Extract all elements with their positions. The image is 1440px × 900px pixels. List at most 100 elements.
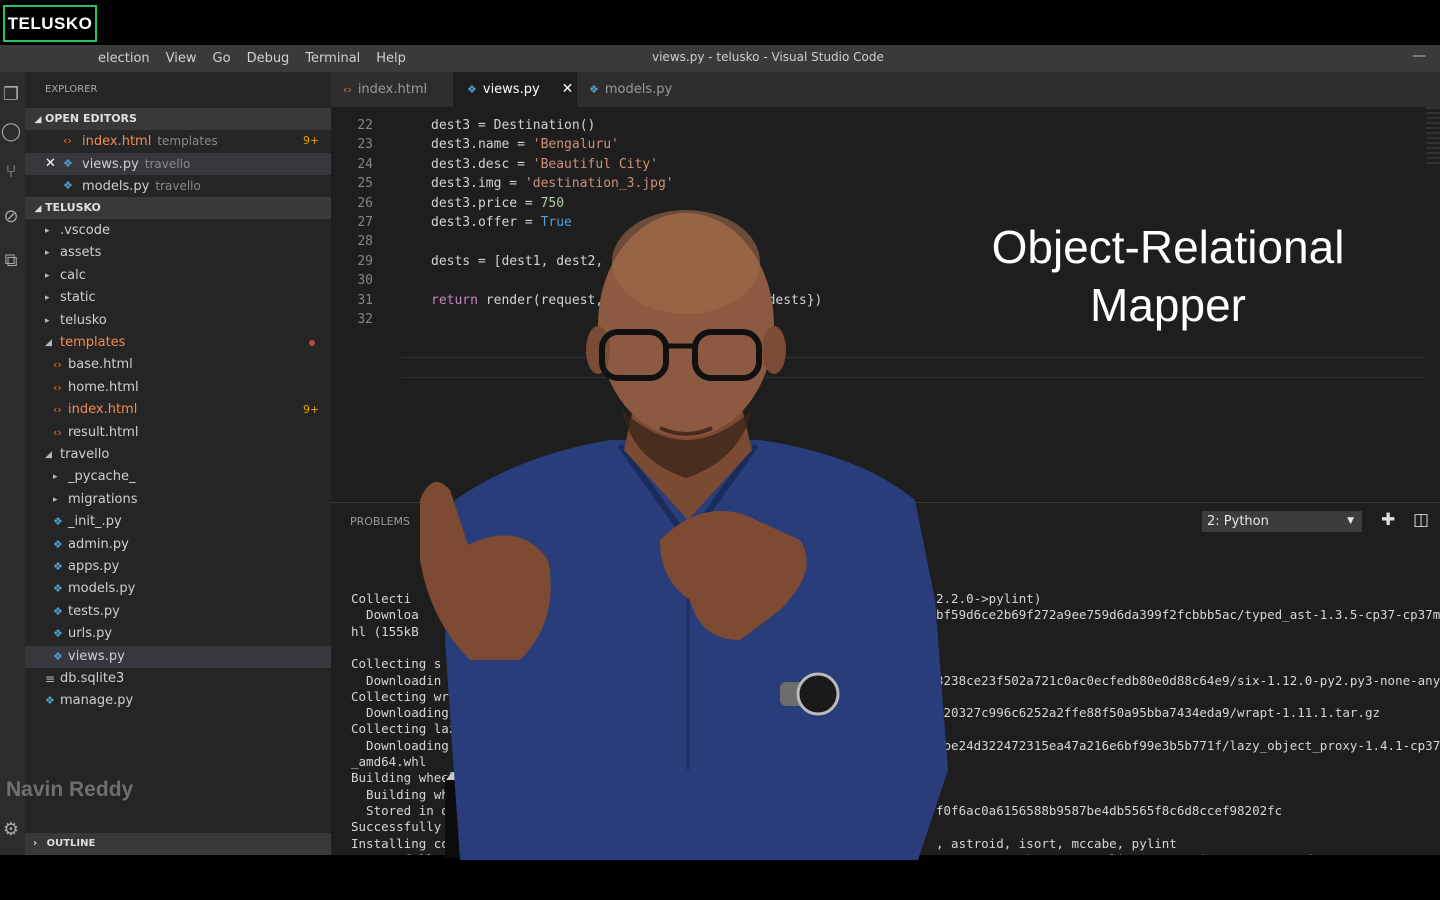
code-token: return [431, 292, 478, 308]
code-line: 26 dest3.price = 750 [331, 194, 1421, 213]
terminal-line-left: Downloa [351, 607, 419, 623]
chevron-down-icon: ▼ [1347, 516, 1354, 526]
code-line: 25 dest3.img = 'destination_3.jpg' [331, 174, 1421, 193]
watermark: Navin Reddy [6, 778, 134, 801]
tree-item[interactable]: ▸ static [25, 287, 331, 309]
menu-bar: election View Go Debug Terminal Help [98, 45, 422, 72]
tree-item[interactable]: ▸ telusko [25, 310, 331, 332]
files-icon[interactable]: ❐ [0, 84, 22, 106]
terminal-line-right: d20327c996c6252a2ffe88f50a95bba7434eda9/… [936, 705, 1381, 721]
file-name: views.py [82, 156, 139, 172]
editor-tabs: ‹› index.html ❖ views.py ✕ ❖ models.py [331, 72, 1440, 107]
minimap[interactable] [1426, 107, 1440, 167]
tree-item[interactable]: ❖ manage.py [25, 690, 331, 712]
tab-output[interactable]: OUTP [459, 515, 489, 528]
chevron-right-icon: ▸ [53, 494, 58, 505]
tree-item-label: _init_.py [68, 514, 122, 530]
line-number: 30 [357, 273, 373, 289]
line-number: 25 [357, 176, 373, 192]
code-token: 750 [540, 195, 565, 211]
tab-index-html[interactable]: ‹› index.html [331, 72, 453, 107]
minimize-button[interactable]: — [1412, 48, 1426, 64]
outline-section[interactable]: › OUTLINE [25, 833, 331, 855]
html-file-icon: ‹› [53, 425, 62, 439]
tree-item[interactable]: ≡ db.sqlite3 [25, 668, 331, 690]
terminal-line-right: 3238ce23f502a721c0ac0ecfedb80e0d88c64e9/… [936, 672, 1440, 688]
terminal-line-left: Downloading h [351, 705, 464, 721]
chevron-right-icon: ▸ [45, 226, 50, 236]
tree-item[interactable]: ‹› result.html [25, 422, 331, 444]
tree-item[interactable]: ❖ views.py [25, 645, 331, 668]
open-editors-label: OPEN EDITORS [45, 112, 137, 125]
tree-item[interactable]: ▸ migrations [25, 489, 331, 511]
code-line: 23 dest3.name = 'Bengaluru' [331, 135, 1421, 154]
tree-item[interactable]: ❖ urls.py [25, 623, 331, 645]
line-number: 32 [357, 312, 373, 327]
menu-item-terminal[interactable]: Terminal [305, 51, 360, 66]
open-editor-item[interactable]: ❖ models.py travello [25, 175, 331, 197]
tree-item-label: telusko [60, 312, 107, 328]
tree-item-label: index.html [68, 402, 138, 418]
extensions-icon[interactable]: ⧉ [0, 250, 22, 272]
tree-item[interactable]: ‹› index.html 9+ [25, 399, 331, 421]
tab-label: models.py [604, 82, 673, 97]
open-editor-item[interactable]: ‹› index.html templates 9+ [25, 130, 331, 152]
open-editor-item[interactable]: ✕ ❖ views.py travello [25, 152, 331, 175]
tree-item[interactable]: ◢ templates [25, 332, 331, 354]
tree-item-label: _pycache_ [68, 469, 136, 485]
project-section[interactable]: ◢ TELUSKO [25, 197, 331, 219]
tree-item[interactable]: ◢ travello [25, 444, 331, 466]
code-text: dests = [dest1, dest2, [431, 252, 603, 271]
menu-item-help[interactable]: Help [376, 51, 406, 66]
menu-item-view[interactable]: View [166, 51, 197, 66]
tree-item-label: admin.py [68, 536, 129, 552]
split-terminal-icon[interactable]: ◫ [1413, 510, 1429, 530]
menu-item-election[interactable]: election [98, 51, 150, 66]
terminal-select[interactable]: 2: Python ▼ [1202, 511, 1362, 532]
tab-problems[interactable]: PROBLEMS [350, 515, 410, 528]
open-editor-label: models.py travello [82, 175, 201, 198]
terminal-line-left: Downloading [351, 737, 449, 753]
chevron-down-icon: ◢ [45, 338, 52, 348]
tab-views-py[interactable]: ❖ views.py ✕ [453, 72, 577, 107]
python-file-icon: ❖ [53, 582, 63, 596]
tree-item[interactable]: ❖ tests.py [25, 601, 331, 623]
tree-item[interactable]: ‹› home.html [25, 377, 331, 399]
letterbox-top [0, 0, 1440, 45]
menu-item-debug[interactable]: Debug [247, 51, 290, 66]
debug-icon[interactable]: ⊘ [0, 206, 22, 228]
terminal-select-value: 2: Python [1207, 514, 1269, 529]
overlay-title-line-2: Mapper [1090, 279, 1246, 331]
tab-label: index.html [357, 82, 428, 97]
line-number: 26 [357, 195, 373, 211]
video-overlay-title: Object-Relational Mapper [950, 218, 1386, 334]
close-icon[interactable]: ✕ [45, 153, 56, 175]
tree-item[interactable]: ▸ calc [25, 265, 331, 287]
search-icon[interactable]: ◯ [0, 121, 22, 143]
source-control-icon[interactable]: ⑂ [0, 161, 22, 183]
tree-item[interactable]: ▸ assets [25, 242, 331, 264]
menu-item-go[interactable]: Go [213, 51, 231, 66]
modified-dot-icon [309, 340, 315, 346]
tree-item[interactable]: ❖ apps.py [25, 556, 331, 578]
tab-models-py[interactable]: ❖ models.py [577, 72, 695, 107]
close-icon[interactable]: ✕ [562, 81, 574, 97]
line-number: 29 [357, 253, 373, 269]
tree-item[interactable]: ‹› base.html [25, 354, 331, 376]
tree-item[interactable]: ▸ _pycache_ [25, 466, 331, 488]
tree-item-label: result.html [68, 424, 139, 440]
chevron-right-icon: ▸ [45, 248, 50, 259]
terminal-line-right: bf59d6ce2b69f272a9ee759d6da399f2fcbbb5ac… [936, 607, 1440, 623]
terminal-line-right: 2.2.0->pylint) [936, 591, 1042, 606]
open-editors-section[interactable]: ◢ OPEN EDITORS [25, 108, 331, 130]
tree-item-label: travello [60, 447, 110, 462]
tree-item[interactable]: ❖ admin.py [25, 534, 331, 556]
tree-item[interactable]: ❖ _init_.py [25, 511, 331, 533]
tree-item[interactable]: ❖ models.py [25, 578, 331, 600]
tree-item[interactable]: ▸ .vscode [25, 220, 331, 242]
settings-gear-icon[interactable]: ⚙ [0, 819, 22, 841]
new-terminal-icon[interactable]: ✚ [1381, 510, 1395, 530]
python-file-icon: ❖ [589, 83, 599, 96]
code-token: 'Bengaluru' [532, 137, 619, 153]
html-file-icon: ‹› [63, 134, 72, 147]
